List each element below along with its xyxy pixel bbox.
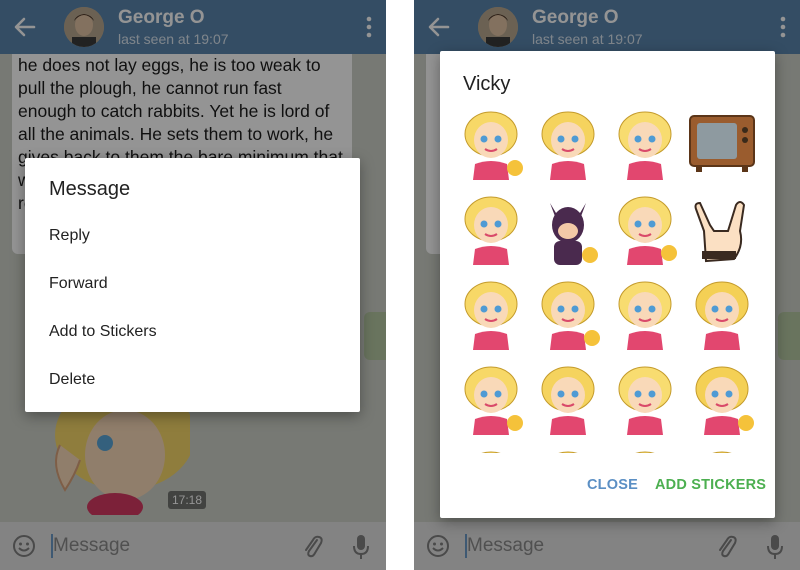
girl-wink-sticker-icon[interactable]: [607, 106, 683, 182]
girl-scared-sticker-icon[interactable]: [684, 276, 760, 352]
tv-sticker-icon[interactable]: [684, 106, 760, 182]
reply-option[interactable]: Reply: [25, 212, 360, 260]
catwoman-sticker-icon[interactable]: [530, 191, 606, 267]
girl-laugh-sticker-icon[interactable]: [453, 191, 529, 267]
add-stickers-button[interactable]: ADD STICKERS: [655, 477, 766, 493]
rock-hand-sticker-icon[interactable]: [684, 191, 760, 267]
baby-sticker-icon[interactable]: [453, 446, 529, 453]
close-button[interactable]: CLOSE: [587, 477, 638, 493]
right-screen: George O last seen at 19:07 Message Vick…: [414, 0, 800, 570]
girl-blonde-sticker-icon[interactable]: [684, 446, 760, 453]
bride-sticker-icon[interactable]: [607, 276, 683, 352]
girl-bath-sticker-icon[interactable]: [684, 361, 760, 437]
add-to-stickers-option[interactable]: Add to Stickers: [25, 308, 360, 356]
girl-tongue-sticker-icon[interactable]: [607, 191, 683, 267]
dialog-title: Message: [49, 178, 131, 200]
girl-in-glass-sticker-icon[interactable]: [453, 106, 529, 182]
girl-sunglasses-sticker-icon[interactable]: [530, 361, 606, 437]
girl-moon-sticker-icon[interactable]: [607, 361, 683, 437]
forward-option[interactable]: Forward: [25, 260, 360, 308]
message-dialog: Message Reply Forward Add to Stickers De…: [25, 158, 360, 412]
girl-crying-sticker-icon[interactable]: [453, 276, 529, 352]
sticker-pack-dialog: Vicky CLOSE ADD STICKERS: [440, 51, 775, 518]
delete-option[interactable]: Delete: [25, 356, 360, 404]
girl-kiss-sticker-icon[interactable]: [530, 106, 606, 182]
girl-crown-sticker-icon[interactable]: [530, 446, 606, 453]
left-screen: George O last seen at 19:07 he does not …: [0, 0, 386, 570]
girl-peek-sticker-icon[interactable]: [607, 446, 683, 453]
girl-rocket-sticker-icon[interactable]: [453, 361, 529, 437]
sticker-pack-title: Vicky: [463, 73, 511, 95]
girl-thumbsup-sticker-icon[interactable]: [530, 276, 606, 352]
sticker-grid: [453, 106, 773, 453]
